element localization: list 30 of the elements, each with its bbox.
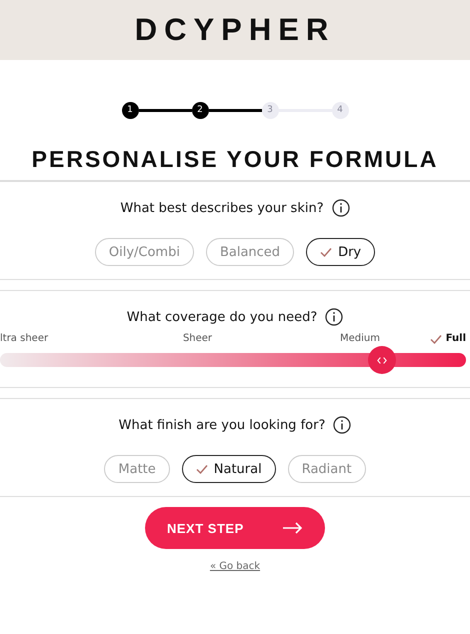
- step-indicator: 1: [122, 102, 138, 118]
- question-text: What finish are you looking for?: [118, 418, 326, 432]
- option-button[interactable]: Radiant: [288, 455, 366, 483]
- step-indicator: 2: [192, 102, 208, 118]
- check-icon: [196, 464, 208, 474]
- check-icon: [430, 334, 442, 344]
- arrow-icon: [283, 522, 303, 534]
- next-step-button[interactable]: NEXT STEP: [145, 507, 325, 549]
- go-back-link[interactable]: « Go back: [210, 561, 260, 572]
- question-text: What coverage do you need?: [126, 310, 318, 324]
- check-icon: [320, 247, 332, 257]
- question-text: What best describes your skin?: [120, 200, 324, 216]
- option-button[interactable]: Natural: [182, 455, 276, 483]
- option-button[interactable]: Oily/Combi: [94, 238, 194, 266]
- brand-logo: DCYPHER: [134, 12, 336, 48]
- info-icon[interactable]: [333, 416, 352, 434]
- option-button[interactable]: Balanced: [206, 238, 294, 266]
- page-title: PERSONALISE YOUR FORMULA: [0, 146, 470, 181]
- option-button[interactable]: Matte: [104, 455, 170, 483]
- option-button[interactable]: Dry: [306, 238, 376, 266]
- step-indicator: 4: [332, 102, 348, 118]
- step-indicator: 3: [262, 102, 278, 118]
- slider-label[interactable]: ltra sheer: [0, 333, 150, 344]
- slider-label[interactable]: Sheer: [150, 333, 245, 344]
- info-icon[interactable]: [332, 199, 350, 217]
- slider-label[interactable]: Medium: [245, 333, 380, 344]
- slider-track[interactable]: [0, 346, 466, 374]
- slider-label[interactable]: Full: [380, 333, 470, 344]
- info-icon[interactable]: [325, 308, 344, 326]
- slider-thumb[interactable]: [368, 346, 396, 374]
